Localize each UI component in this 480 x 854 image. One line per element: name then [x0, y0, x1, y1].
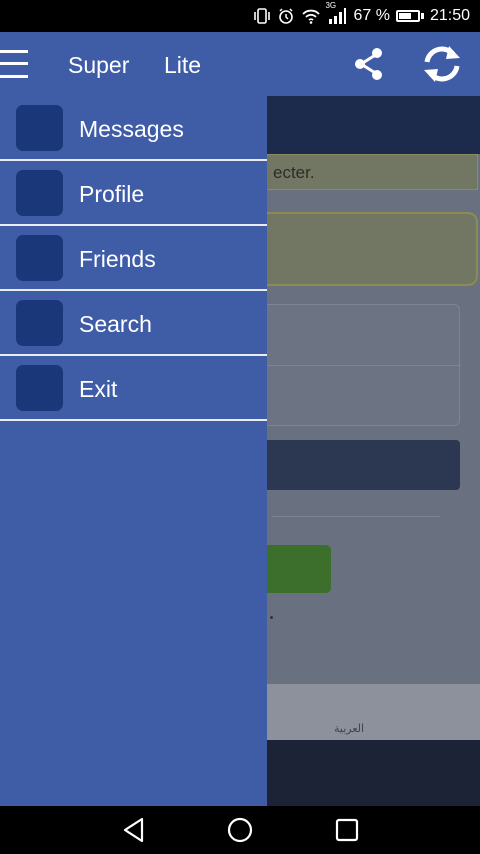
app-title-super: Super [68, 52, 130, 78]
messages-icon [16, 105, 63, 151]
alarm-icon [277, 7, 295, 25]
drawer-item-label: Exit [79, 376, 118, 402]
navigation-bar [0, 806, 480, 854]
drawer-item-exit[interactable]: Exit [0, 356, 267, 421]
exit-icon [16, 365, 63, 411]
app-title-lite: Lite [164, 52, 202, 78]
battery-icon [395, 10, 424, 22]
drawer-item-search[interactable]: Search [0, 291, 267, 356]
friends-icon [16, 235, 63, 281]
app-bar: Super Lite [0, 32, 480, 96]
status-bar: 3G 67 % 21:50 [0, 0, 480, 32]
home-icon[interactable] [226, 816, 254, 844]
background-language-link: العربية [334, 722, 365, 735]
drawer-item-label: Search [79, 311, 152, 337]
background-divider [272, 516, 440, 517]
recents-icon[interactable] [333, 816, 361, 844]
wifi-icon [301, 7, 321, 25]
refresh-icon[interactable] [420, 44, 464, 84]
search-icon [16, 300, 63, 346]
drawer-item-label: Messages [79, 116, 184, 142]
clock: 21:50 [429, 7, 470, 24]
battery-percent: 67 % [353, 7, 390, 24]
vibrate-icon [253, 7, 271, 25]
drawer-item-profile[interactable]: Profile [0, 161, 267, 226]
back-icon[interactable] [120, 816, 148, 844]
drawer-item-label: Profile [79, 181, 145, 207]
menu-icon[interactable] [0, 46, 30, 82]
drawer-item-friends[interactable]: Friends [0, 226, 267, 291]
network-type-label: 3G [325, 1, 337, 10]
signal-icon: 3G [325, 1, 347, 25]
navigation-drawer: Messages Profile Friends Search Exit [0, 96, 267, 806]
drawer-item-label: Friends [79, 246, 156, 272]
background-dot [270, 616, 273, 619]
share-icon[interactable] [352, 46, 386, 82]
drawer-item-messages[interactable]: Messages [0, 96, 267, 161]
profile-icon [16, 170, 63, 216]
